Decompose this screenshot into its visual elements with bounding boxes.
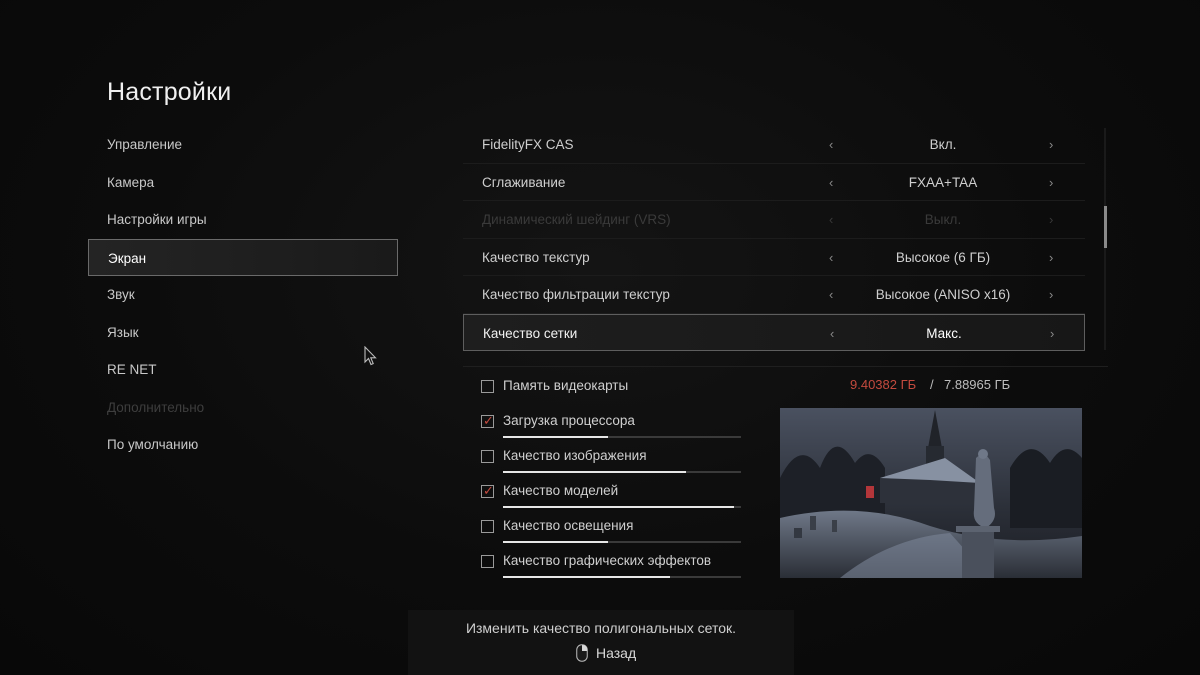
check-label: Загрузка процессора: [503, 413, 635, 428]
display-settings-list: FidelityFX CAS ‹ Вкл. › Сглаживание ‹ FX…: [463, 126, 1085, 351]
load-bar-fill: [503, 506, 734, 508]
vram-total-value: 7.88965 ГБ: [944, 377, 1011, 392]
checkbox[interactable]: ✓: [481, 483, 494, 498]
menu-item-defaults[interactable]: По умолчанию: [88, 426, 398, 464]
menu-item-sound[interactable]: Звук: [88, 276, 398, 314]
setting-label: Качество сетки: [483, 325, 578, 341]
check-item-cpu-load: ✓ Загрузка процессора: [481, 410, 746, 440]
setting-value: Вкл.: [929, 137, 957, 152]
vram-separator: /: [930, 377, 934, 392]
preview-scene: [780, 408, 1082, 578]
load-bar-fill: [503, 541, 608, 543]
chevron-right-icon[interactable]: ›: [1050, 315, 1054, 352]
vram-label: Память видеокарты: [503, 378, 629, 393]
setting-row-texture-filtering[interactable]: Качество фильтрации текстур ‹ Высокое (A…: [463, 276, 1085, 314]
check-item-lighting-quality: Качество освещения: [481, 515, 746, 545]
setting-label: Качество текстур: [482, 249, 590, 265]
setting-value: Выкл.: [924, 212, 962, 227]
setting-value: FXAA+TAA: [908, 174, 978, 190]
chevron-left-icon: ‹: [829, 212, 834, 227]
menu-item-advanced: Дополнительно: [107, 399, 205, 415]
menu-item-game-settings[interactable]: Настройки игры: [88, 201, 398, 239]
checkbox[interactable]: [481, 555, 494, 568]
check-item-image-quality: Качество изображения: [481, 445, 746, 475]
check-item-effects-quality: Качество графических эффектов: [481, 550, 746, 580]
load-bar: [503, 436, 741, 438]
chevron-right-icon: ›: [1049, 212, 1054, 227]
check-label: Качество освещения: [503, 518, 634, 533]
setting-label: Динамический шейдинг (VRS): [482, 212, 671, 227]
load-bar: [503, 576, 741, 578]
menu-item-camera[interactable]: Камера: [88, 164, 398, 202]
chevron-right-icon[interactable]: ›: [1049, 276, 1053, 313]
check-item-model-quality: ✓ Качество моделей: [481, 480, 746, 510]
load-bar: [503, 506, 741, 508]
mouse-pointer-icon: [364, 346, 377, 366]
chevron-right-icon[interactable]: ›: [1049, 126, 1053, 163]
setting-label: FidelityFX CAS: [482, 137, 574, 152]
checkmark-icon: ✓: [483, 483, 494, 498]
settings-category-menu: Управление Камера Настройки игры Экран З…: [88, 126, 398, 464]
menu-item-controls[interactable]: Управление: [88, 126, 398, 164]
check-label: Качество моделей: [503, 483, 619, 498]
checkbox[interactable]: [481, 450, 494, 463]
vram-usage-row: Память видеокарты 9.40382 ГБ / 7.88965 Г…: [481, 375, 1041, 395]
setting-label: Качество фильтрации текстур: [482, 287, 670, 302]
setting-value: Высокое (6 ГБ): [895, 249, 991, 265]
vram-checkbox[interactable]: [481, 380, 494, 393]
load-bar: [503, 541, 741, 543]
chevron-left-icon[interactable]: ‹: [829, 276, 833, 313]
page-title: Настройки: [107, 78, 232, 106]
scrollbar-thumb[interactable]: [1104, 206, 1107, 248]
chevron-left-icon[interactable]: ‹: [829, 164, 833, 201]
chevron-left-icon[interactable]: ‹: [830, 315, 834, 352]
setting-value: Макс.: [926, 325, 962, 341]
hint-text: Изменить качество полигональных сеток.: [465, 620, 737, 636]
setting-row-antialiasing[interactable]: Сглаживание ‹ FXAA+TAA ›: [463, 164, 1085, 201]
back-label: Назад: [596, 645, 637, 661]
menu-item-language[interactable]: Язык: [88, 314, 398, 352]
chevron-right-icon[interactable]: ›: [1049, 164, 1053, 201]
load-bar-fill: [503, 576, 670, 578]
preview-image: [780, 408, 1082, 578]
chevron-left-icon[interactable]: ‹: [829, 126, 833, 163]
setting-value: Высокое (ANISO x16): [875, 287, 1011, 302]
checkmark-icon: ✓: [483, 413, 494, 428]
check-label: Качество графических эффектов: [503, 553, 712, 568]
checkbox[interactable]: ✓: [481, 413, 494, 428]
menu-item-display[interactable]: Экран: [88, 238, 398, 276]
setting-row-mesh-quality[interactable]: Качество сетки ‹ Макс. ›: [463, 313, 1085, 352]
chevron-right-icon[interactable]: ›: [1049, 239, 1053, 276]
vram-used-value: 9.40382 ГБ: [850, 377, 917, 392]
check-label: Качество изображения: [503, 448, 647, 463]
mouse-right-click-icon: [576, 644, 588, 662]
setting-row-fidelityfx-cas[interactable]: FidelityFX CAS ‹ Вкл. ›: [463, 126, 1085, 164]
load-bar-fill: [503, 471, 687, 473]
setting-label: Сглаживание: [482, 174, 566, 190]
load-bar: [503, 471, 741, 473]
setting-row-vrs: Динамический шейдинг (VRS) ‹ Выкл. ›: [463, 201, 1085, 239]
footer-hint-bar: Изменить качество полигональных сеток. Н…: [408, 610, 794, 675]
checkbox[interactable]: [481, 520, 494, 533]
chevron-left-icon[interactable]: ‹: [829, 239, 833, 276]
menu-item-re-net[interactable]: RE NET: [88, 351, 398, 389]
section-divider: [463, 366, 1108, 367]
load-bar-fill: [503, 436, 608, 438]
setting-row-texture-quality[interactable]: Качество текстур ‹ Высокое (6 ГБ) ›: [463, 239, 1085, 276]
